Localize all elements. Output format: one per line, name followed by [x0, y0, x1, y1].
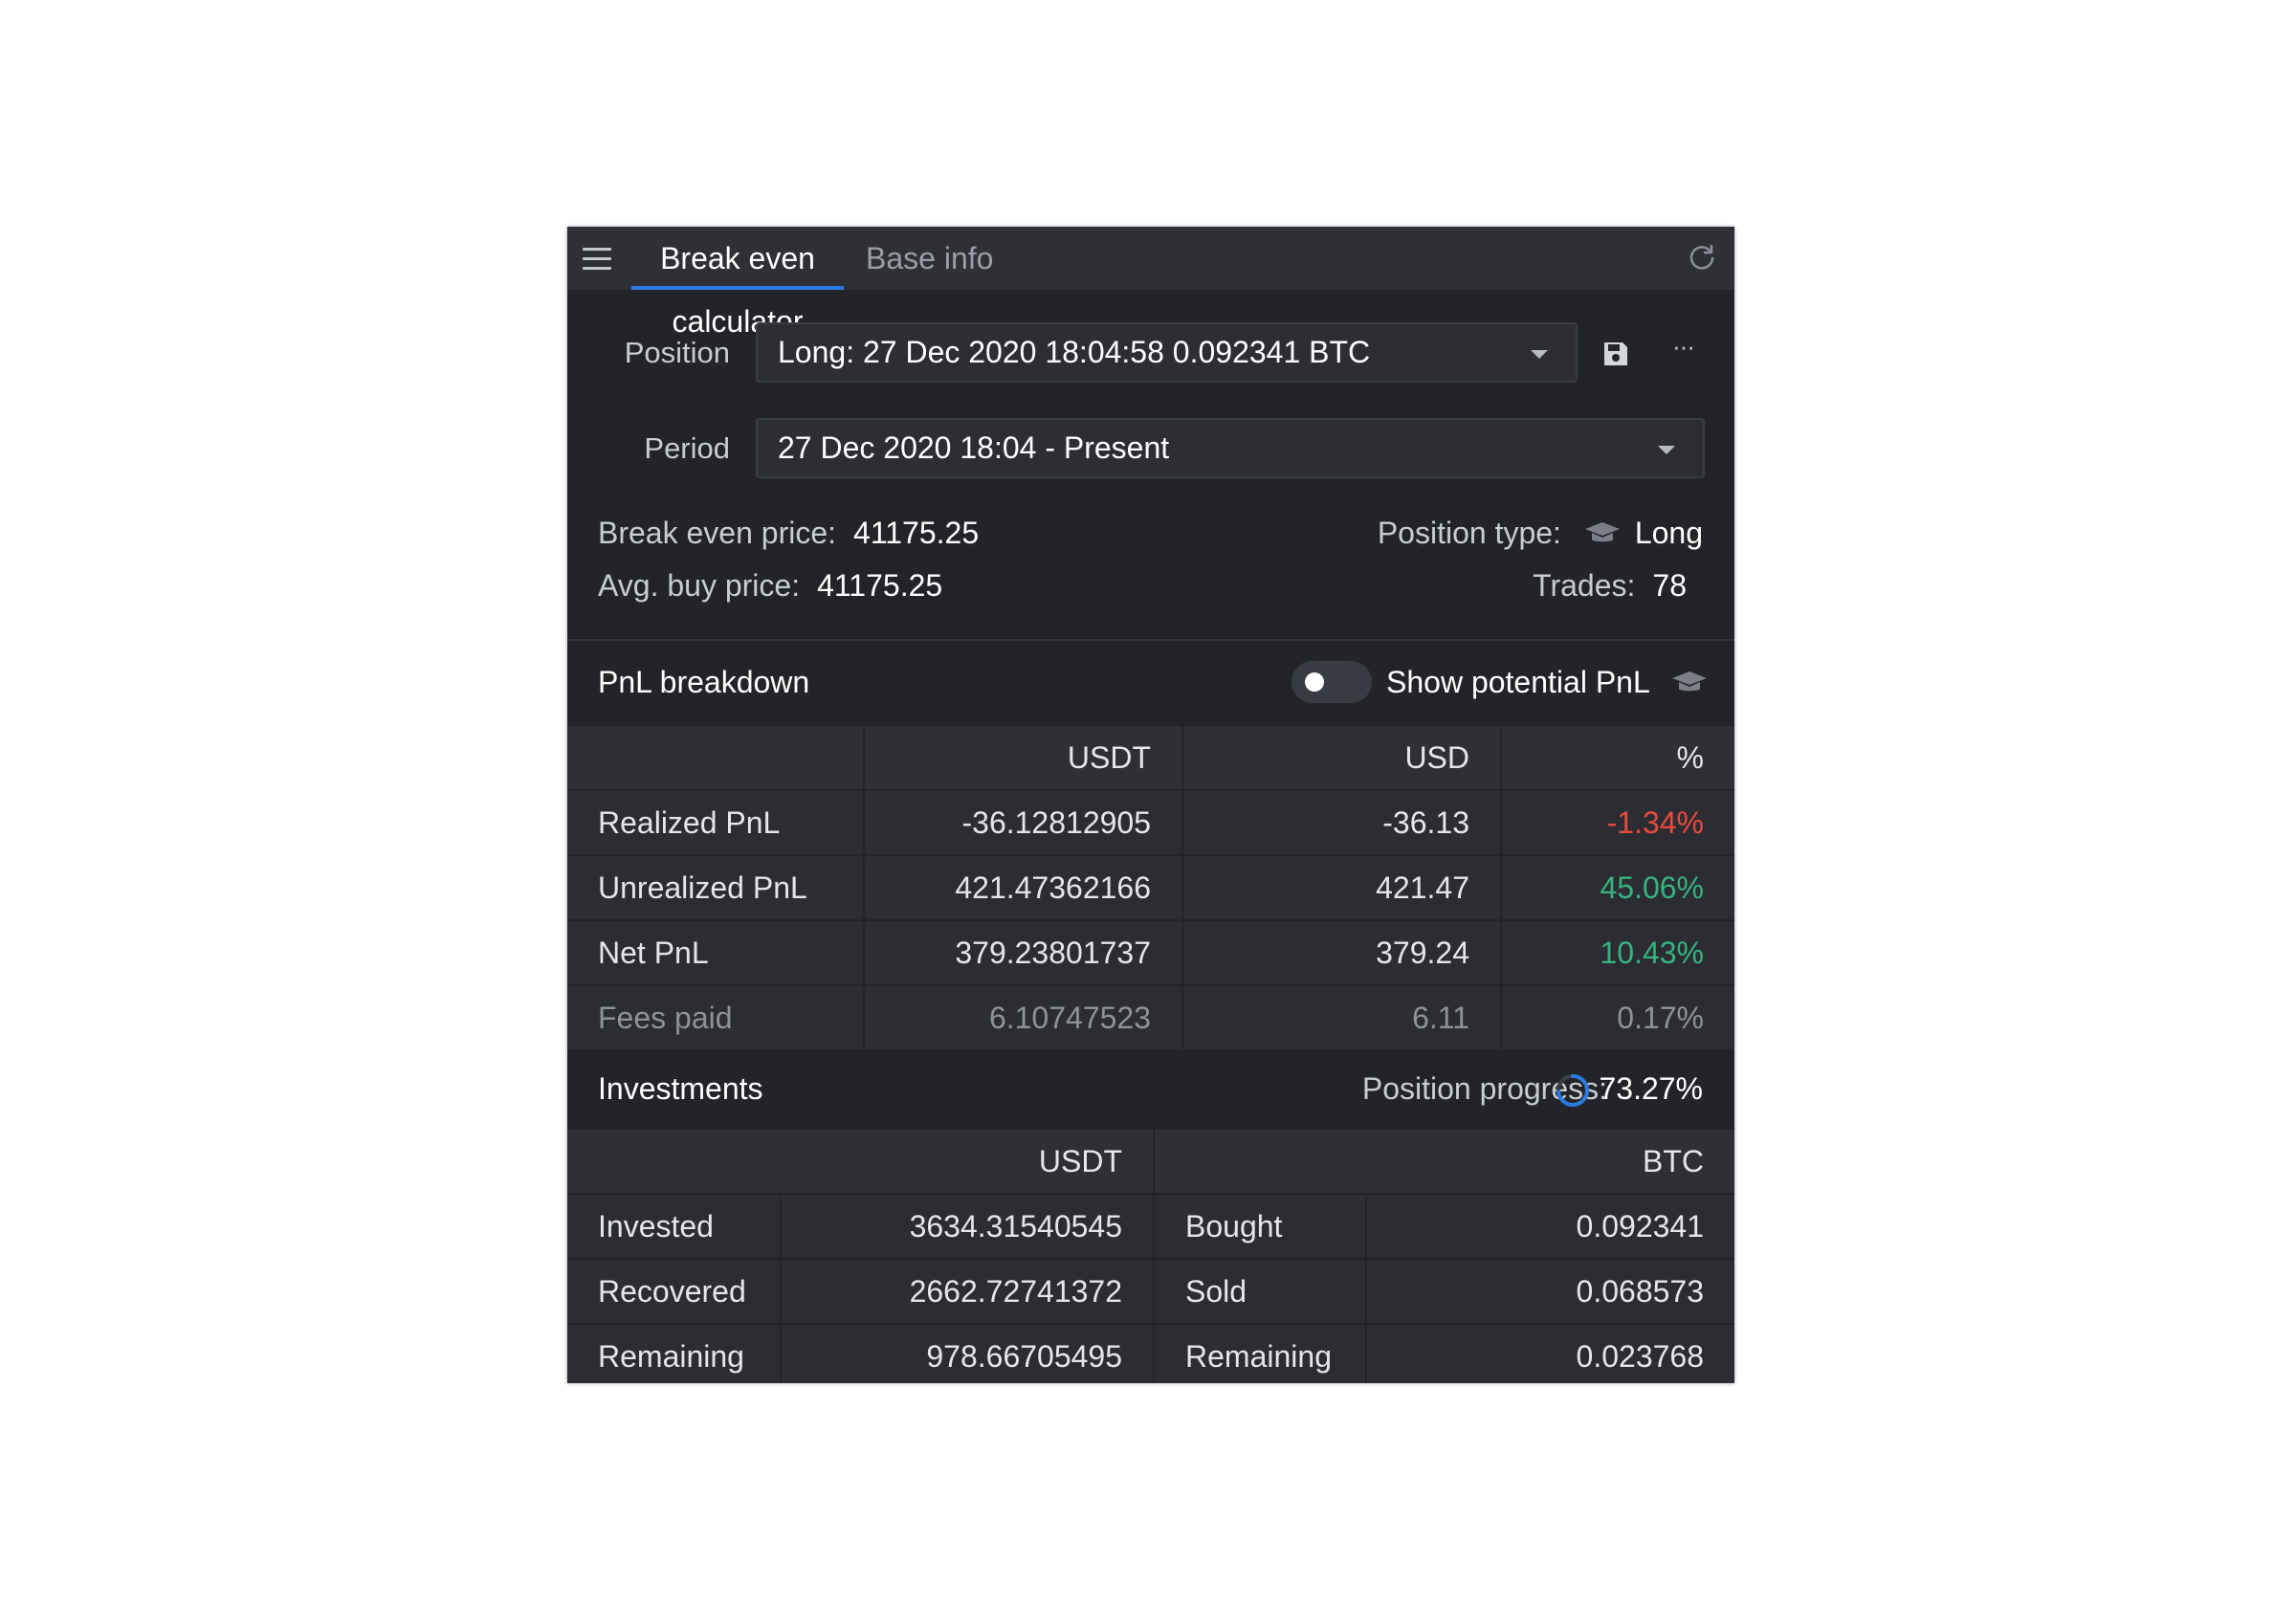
show-potential-pnl-toggle[interactable]	[1292, 661, 1372, 703]
cell-usdt: 6.10747523	[863, 984, 1182, 1049]
position-progress-value: 73.27%	[1599, 1071, 1703, 1107]
row-label: Net PnL	[567, 919, 864, 985]
position-label: Position	[624, 336, 730, 369]
cell-percent: 10.43%	[1500, 919, 1734, 985]
trades-label: Trades:	[1533, 568, 1636, 603]
cell-usdt: 3634.31540545	[779, 1193, 1155, 1259]
row-label: Bought	[1153, 1193, 1367, 1259]
cell-btc: 0.023768	[1365, 1323, 1734, 1383]
cell-usd: -36.13	[1181, 789, 1501, 855]
cell-usdt: 421.47362166	[863, 854, 1182, 920]
table-row: Fees paid 6.10747523 6.11 0.17%	[567, 984, 1734, 1049]
avg-buy-price-label: Avg. buy price:	[598, 568, 801, 603]
table-row: Net PnL 379.23801737 379.24 10.43%	[567, 919, 1734, 985]
row-label: Realized PnL	[567, 789, 864, 855]
position-type: Position type: Long	[1378, 516, 1703, 551]
show-potential-pnl-label[interactable]: Show potential PnL	[1386, 665, 1649, 699]
cell-usdt: 379.23801737	[863, 919, 1182, 985]
avg-buy-price-value: 41175.25	[817, 568, 943, 603]
period-label: Period	[644, 431, 730, 465]
row-label: Remaining	[567, 1323, 781, 1383]
toggle-knob	[1305, 672, 1324, 692]
column-header-usdt: USDT	[567, 1130, 1155, 1194]
period-select-value: 27 Dec 2020 18:04 - Present	[778, 430, 1170, 465]
column-header-usd: USD	[1181, 726, 1501, 790]
menu-icon[interactable]	[583, 248, 611, 271]
panel-header: Break even calculator Base info	[567, 227, 1734, 339]
column-header-usdt: USDT	[863, 726, 1182, 790]
position-select[interactable]: Long: 27 Dec 2020 18:04:58 0.092341 BTC	[756, 322, 1578, 383]
cell-percent: -1.34%	[1500, 789, 1734, 855]
more-icon[interactable]: ···	[1672, 332, 1695, 362]
break-even-price-value: 41175.25	[853, 516, 980, 550]
pnl-table: USDT USD % Realized PnL -36.12812905 -36…	[567, 726, 1734, 1049]
row-label: Remaining	[1153, 1323, 1367, 1383]
investments-table-header: USDT BTC	[567, 1130, 1734, 1194]
tab-break-even-calculator[interactable]: Break even calculator	[631, 227, 844, 339]
investments-title: Investments	[598, 1071, 763, 1106]
cell-btc: 0.068573	[1365, 1258, 1734, 1324]
cell-percent: 45.06%	[1500, 854, 1734, 920]
row-label: Recovered	[567, 1258, 781, 1324]
break-even-price: Break even price: 41175.25	[598, 516, 979, 551]
table-row: Remaining 978.66705495 Remaining 0.02376…	[567, 1323, 1734, 1383]
chevron-down-icon	[1531, 350, 1548, 359]
tab-base-info[interactable]: Base info	[854, 227, 1004, 290]
progress-ring-icon	[1556, 1074, 1589, 1107]
period-select[interactable]: 27 Dec 2020 18:04 - Present	[756, 418, 1705, 478]
cell-percent: 0.17%	[1500, 984, 1734, 1049]
table-row: Unrealized PnL 421.47362166 421.47 45.06…	[567, 854, 1734, 920]
cell-btc: 0.092341	[1365, 1193, 1734, 1259]
table-row: Realized PnL -36.12812905 -36.13 -1.34%	[567, 789, 1734, 855]
investments-table: USDT BTC Invested 3634.31540545 Bought 0…	[567, 1130, 1734, 1383]
show-potential-pnl: Show potential PnL	[1386, 665, 1709, 700]
graduation-cap-icon[interactable]	[1670, 670, 1709, 696]
pnl-breakdown-title: PnL breakdown	[598, 665, 810, 699]
avg-buy-price: Avg. buy price: 41175.25	[598, 568, 942, 604]
row-label: Fees paid	[567, 984, 864, 1049]
cell-usd: 379.24	[1181, 919, 1501, 985]
table-row: Invested 3634.31540545 Bought 0.092341	[567, 1193, 1734, 1259]
break-even-panel: Break even calculator Base info Position…	[567, 227, 1734, 1383]
position-progress-percent: 73.27%	[1599, 1071, 1703, 1106]
position-type-value: Long	[1634, 516, 1703, 550]
cell-usd: 6.11	[1181, 984, 1501, 1049]
cell-usdt: 2662.72741372	[779, 1258, 1155, 1324]
position-type-label: Position type:	[1377, 516, 1561, 550]
column-header-percent: %	[1500, 726, 1734, 790]
refresh-icon[interactable]	[1687, 242, 1717, 273]
position-select-value: Long: 27 Dec 2020 18:04:58 0.092341 BTC	[778, 335, 1371, 369]
cell-usdt: 978.66705495	[779, 1323, 1155, 1383]
row-label: Unrealized PnL	[567, 854, 864, 920]
break-even-price-label: Break even price:	[598, 516, 837, 550]
row-label: Invested	[567, 1193, 781, 1259]
column-header-btc: BTC	[1153, 1130, 1734, 1194]
chevron-down-icon	[1658, 446, 1675, 454]
cell-usdt: -36.12812905	[863, 789, 1182, 855]
trades-value: 78	[1652, 568, 1687, 603]
section-divider	[567, 639, 1734, 641]
pnl-table-header: USDT USD %	[567, 726, 1734, 790]
column-header	[567, 726, 864, 790]
table-row: Recovered 2662.72741372 Sold 0.068573	[567, 1258, 1734, 1324]
graduation-cap-icon[interactable]	[1583, 520, 1622, 547]
trades-count: Trades: 78	[1533, 568, 1687, 604]
row-label: Sold	[1153, 1258, 1367, 1324]
cell-usd: 421.47	[1181, 854, 1501, 920]
save-icon[interactable]	[1601, 339, 1631, 369]
